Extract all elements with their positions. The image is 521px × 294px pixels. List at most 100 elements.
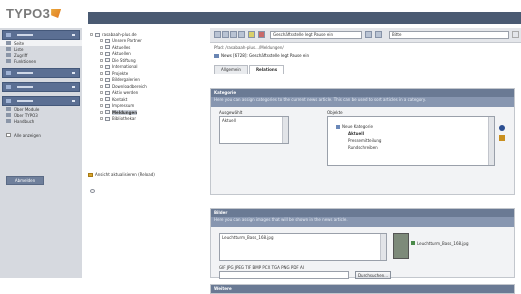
module-group-benutzer[interactable] <box>2 82 80 92</box>
add-icon[interactable] <box>499 125 505 131</box>
tree-item-label: Impressum <box>112 103 135 108</box>
page-icon <box>6 41 11 45</box>
help-icon-row[interactable] <box>90 188 97 193</box>
record-select[interactable]: Geschäftsstelle legt Pause ein <box>270 31 362 39</box>
expand-icon[interactable] <box>100 45 103 49</box>
user-icon <box>6 85 11 89</box>
module-item-handbuch[interactable]: Handbuch <box>0 118 82 124</box>
expand-icon[interactable] <box>100 52 103 55</box>
tree-reload[interactable]: Ansicht aktualisieren (Reload) <box>88 172 155 177</box>
help-icon[interactable] <box>90 188 95 193</box>
checkbox-icon[interactable] <box>6 133 11 137</box>
module-group-web[interactable] <box>2 30 80 40</box>
module-item-funktionen[interactable]: Funktionen <box>0 58 82 64</box>
expand-icon[interactable] <box>100 78 103 81</box>
edit-icon[interactable] <box>248 31 255 38</box>
save-close-icon[interactable] <box>238 31 245 38</box>
info-icon <box>6 113 11 117</box>
show-all-checkbox[interactable]: Alle anzeigen <box>0 132 82 138</box>
logout-label: Abmelden <box>14 178 36 183</box>
close-icon[interactable] <box>214 31 221 38</box>
delete-icon[interactable] <box>258 31 265 38</box>
expand-icon[interactable] <box>100 71 103 75</box>
tree-item[interactable]: Aktuellen <box>100 51 131 56</box>
selected-categories-list[interactable]: Aktuell <box>219 116 289 144</box>
category-item[interactable]: Rundschreiben <box>328 144 494 151</box>
category-item[interactable]: Pressemitteilung <box>328 137 494 144</box>
images-desc: Here you can assign images that will be … <box>211 217 514 227</box>
page-icon <box>105 84 110 88</box>
images-title: Bilder <box>211 209 514 217</box>
expand-icon[interactable] <box>100 117 103 120</box>
mode-select-value: Bitte <box>392 32 402 37</box>
tree-root[interactable]: rasabaah-plus.de <box>90 32 137 37</box>
scrollbar[interactable] <box>380 234 386 260</box>
tree-item[interactable]: Aktuelles <box>100 45 130 50</box>
category-tree[interactable]: Neue Kategorie Aktuell Pressemitteilung … <box>327 116 495 166</box>
scrollbar[interactable] <box>282 117 288 143</box>
edit-pencil-icon[interactable] <box>499 135 505 141</box>
group-label <box>17 86 33 88</box>
category-root-label: Neue Kategorie <box>342 124 373 129</box>
expand-icon[interactable] <box>72 86 75 88</box>
collapse-icon[interactable] <box>72 100 75 102</box>
collapse-icon[interactable] <box>90 33 93 36</box>
help-icon[interactable] <box>375 31 382 38</box>
expand-icon[interactable] <box>100 104 103 107</box>
scrollbar[interactable] <box>488 117 494 165</box>
tree-item-label: Aktiv werden <box>112 90 139 95</box>
settings-icon[interactable] <box>512 31 519 38</box>
tree-item[interactable]: Bibliothekar <box>100 116 136 121</box>
expand-icon[interactable] <box>100 110 103 114</box>
tree-item[interactable]: Aktiv werden <box>100 90 138 95</box>
page-tree: rasabaah-plus.de Unsere Partner Aktuelles… <box>82 28 211 278</box>
list-item[interactable]: Aktuell <box>220 117 288 124</box>
tab-allgemein[interactable]: Allgemein <box>214 65 248 74</box>
module-group-hilfe[interactable] <box>2 96 80 106</box>
tree-item[interactable]: Impressum <box>100 103 134 108</box>
page-icon <box>105 116 110 121</box>
tree-item[interactable]: Bildergalerien <box>100 77 140 82</box>
page-icon <box>105 64 110 69</box>
top-bar <box>88 12 521 24</box>
record-select-value: Geschäftsstelle legt Pause ein <box>273 32 333 37</box>
list-item[interactable]: Leuchtturm_Bass_168.jpg <box>220 234 386 241</box>
mode-select[interactable]: Bitte <box>389 31 509 39</box>
expand-icon[interactable] <box>100 65 103 68</box>
tab-relations[interactable]: Relations <box>248 65 285 74</box>
tree-item-label: International <box>112 64 138 69</box>
save-icon[interactable] <box>222 31 229 38</box>
expand-icon[interactable] <box>100 84 103 88</box>
access-icon <box>6 53 11 57</box>
category-item[interactable]: Aktuell <box>328 130 494 137</box>
functions-icon <box>6 59 11 63</box>
tree-item[interactable]: Downloadbereich <box>100 84 147 89</box>
record-title-text: News [6728]: Geschäftsstelle legt Pause … <box>221 53 309 58</box>
group-label <box>17 72 33 74</box>
allowed-types: GIF JPG JPEG TIF BMP PCX TGA PNG PDF AI <box>219 265 304 270</box>
tree-item[interactable]: Meldungen <box>100 109 138 115</box>
category-root[interactable]: Neue Kategorie <box>328 123 494 130</box>
collapse-icon[interactable] <box>72 34 75 36</box>
tree-item[interactable]: Kontakt <box>100 97 127 102</box>
tree-item[interactable]: Projekte <box>100 71 128 76</box>
tree-item-label: Meldungen <box>112 109 138 115</box>
page-icon <box>105 97 110 101</box>
logout-button[interactable]: Abmelden <box>6 176 44 185</box>
tree-item[interactable]: International <box>100 64 138 69</box>
tree-item[interactable]: Unsere Partner <box>100 38 142 43</box>
logo-mark-icon <box>51 9 62 18</box>
page-icon <box>105 71 110 75</box>
expand-icon[interactable] <box>100 39 103 42</box>
chevron-down-icon[interactable] <box>365 31 372 38</box>
tree-item[interactable]: Die Stiftung <box>100 58 136 63</box>
expand-icon[interactable] <box>100 91 103 94</box>
expand-icon[interactable] <box>100 58 103 62</box>
expand-icon[interactable] <box>100 97 103 101</box>
image-file-label[interactable]: Leuchtturm_Bass_168.jpg <box>417 241 469 246</box>
save-view-icon[interactable] <box>230 31 237 38</box>
expand-icon[interactable] <box>72 72 75 74</box>
page-icon <box>105 51 110 56</box>
image-file-list[interactable]: Leuchtturm_Bass_168.jpg <box>219 233 387 261</box>
module-group-datei[interactable] <box>2 68 80 78</box>
